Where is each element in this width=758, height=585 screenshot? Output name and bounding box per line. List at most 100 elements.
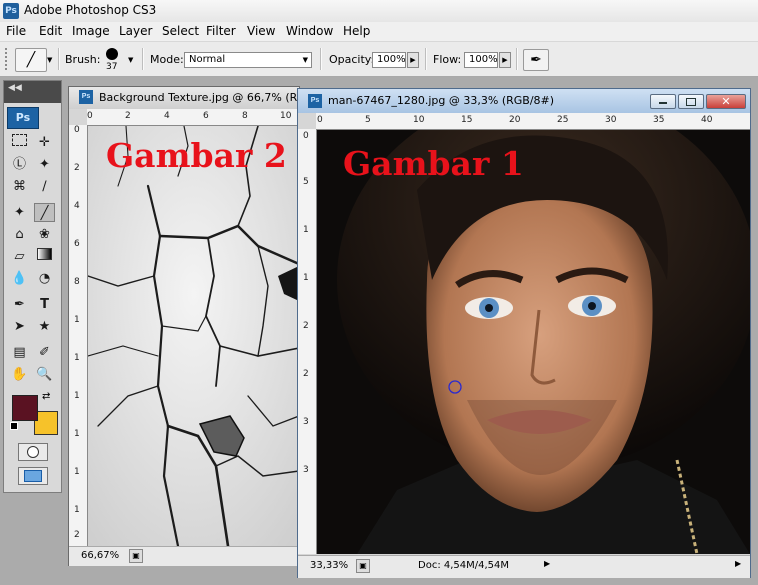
move-tool-icon[interactable]: ✛ [34,133,55,152]
opacity-slider-arrow-icon[interactable]: ▶ [407,52,419,68]
type-tool-icon[interactable]: T [34,295,55,314]
hand-tool-icon[interactable]: ✋ [9,365,30,384]
portrait-canvas[interactable]: Gambar 1 [317,130,750,554]
close-button[interactable]: ✕ [706,94,746,109]
ruler-tick: 25 [557,115,569,125]
ruler-tick: 1 [74,315,80,325]
maximize-button[interactable] [678,94,704,109]
ruler-tick: 8 [74,277,80,287]
ps-document-icon: Ps [308,94,322,108]
ruler-tick: 15 [461,115,473,125]
clone-stamp-tool-icon[interactable]: ⌂ [9,225,30,244]
maximize-icon [686,98,696,106]
menu-layer[interactable]: Layer [119,24,152,38]
ruler-tick: 0 [303,131,309,141]
mode-label: Mode: [150,53,184,66]
ruler-tick: 3 [303,417,309,427]
lasso-tool-icon[interactable]: Ⓛ [9,155,30,174]
ruler-tick: 1 [74,353,80,363]
ruler-tick: 1 [74,467,80,477]
ps-logo[interactable]: Ps [7,107,39,129]
ruler-tick: 1 [74,429,80,439]
eraser-tool-icon[interactable]: ▱ [9,247,30,266]
flow-slider-arrow-icon[interactable]: ▶ [499,52,511,68]
marquee-tool-icon[interactable] [9,133,30,152]
options-separator [142,48,144,70]
doc-window-man[interactable]: Ps man-67467_1280.jpg @ 33,3% (RGB/8#) ✕… [297,88,751,578]
toolbox-header[interactable]: ◀◀ [4,81,61,103]
history-brush-tool-icon[interactable]: ❀ [34,225,55,244]
zoom-tool-icon[interactable]: 🔍 [34,365,55,384]
menu-edit[interactable]: Edit [39,24,62,38]
ruler-tick: 2 [303,321,309,331]
menu-bar: File Edit Image Layer Select Filter View… [0,22,758,42]
path-selection-tool-icon[interactable]: ➤ [9,317,30,336]
mode-value: Normal [189,54,226,65]
brush-size: 37 [106,62,118,72]
minimize-icon [659,102,667,104]
shape-tool-icon[interactable]: ★ [34,317,55,336]
notes-tool-icon[interactable]: ▤ [9,343,30,362]
swap-colors-icon[interactable]: ⇄ [42,391,50,402]
magic-wand-tool-icon[interactable]: ✦ [34,155,55,174]
menu-image[interactable]: Image [72,24,110,38]
default-colors-icon[interactable] [10,422,18,430]
slice-tool-icon[interactable]: ∕ [34,177,55,196]
status-menu-icon[interactable]: ▣ [356,559,370,573]
blur-tool-icon[interactable]: 💧 [9,269,30,288]
tool-preset-brush-icon[interactable]: ╱ [15,48,47,72]
toolbox-panel: ◀◀ Ps ✛ Ⓛ ✦ ⌘ ∕ ✦ ╱ ⌂ ❀ ▱ 💧 ◔ ✒ T ➤ ★ ▤ … [3,80,62,493]
brush-tool-icon[interactable]: ╱ [34,203,55,222]
foreground-color-swatch[interactable] [12,395,38,421]
collapse-icon[interactable]: ◀◀ [8,83,22,93]
pen-tool-icon[interactable]: ✒ [9,295,30,314]
doc-titlebar[interactable]: Ps Background Texture.jpg @ 66,7% (RG [69,87,306,109]
doc-titlebar[interactable]: Ps man-67467_1280.jpg @ 33,3% (RGB/8#) ✕ [298,89,750,113]
menu-window[interactable]: Window [286,24,333,38]
doc-status-bar: 33,33% ▣ Doc: 4,54M/4,54M ▶ ▶ [298,555,750,578]
mode-dropdown-icon: ▼ [302,56,308,64]
quick-mask-icon[interactable] [18,443,48,461]
flow-input[interactable]: 100% [464,52,498,68]
mode-select[interactable]: Normal ▼ [184,52,312,68]
dodge-tool-icon[interactable]: ◔ [34,269,55,288]
eyedropper-tool-icon[interactable]: ✐ [34,343,55,362]
status-arrow-icon[interactable]: ▶ [544,559,550,568]
zoom-level[interactable]: 66,67% [81,550,119,561]
gradient-tool-icon[interactable] [34,247,55,266]
crack-pattern-image [88,126,299,546]
cracked-texture-canvas[interactable]: Gambar 2 [88,126,299,546]
menu-select[interactable]: Select [162,24,199,38]
menu-file[interactable]: File [6,24,26,38]
ruler-tick: 20 [509,115,521,125]
ruler-tick: 4 [164,111,170,121]
ruler-tick: 10 [280,111,292,121]
brush-tip-icon[interactable] [106,48,118,60]
opacity-label: Opacity: [329,53,375,66]
doc-title: Background Texture.jpg @ 66,7% (RG [99,91,306,104]
screen-mode-icon[interactable] [18,467,48,485]
healing-brush-tool-icon[interactable]: ✦ [9,203,30,222]
ruler-tick: 5 [303,177,309,187]
ruler-tick: 40 [701,115,713,125]
zoom-level[interactable]: 33,33% [310,560,348,571]
brush-picker-dropdown-icon[interactable]: ▼ [128,56,133,64]
ruler-tick: 1 [74,391,80,401]
scroll-right-icon[interactable]: ▶ [735,559,741,568]
status-menu-icon[interactable]: ▣ [129,549,143,563]
minimize-button[interactable] [650,94,676,109]
airbrush-icon[interactable]: ✒ [523,49,549,71]
crop-tool-icon[interactable]: ⌘ [9,177,30,196]
ruler-tick: 6 [203,111,209,121]
doc-size-info: Doc: 4,54M/4,54M [418,560,510,571]
ruler-tick: 4 [74,201,80,211]
title-bar: Ps Adobe Photoshop CS3 [0,0,758,23]
options-grip[interactable] [5,48,13,70]
menu-view[interactable]: View [247,24,275,38]
doc-window-background-texture[interactable]: Ps Background Texture.jpg @ 66,7% (RG 0 … [68,86,306,566]
brush-label: Brush: [65,53,101,66]
menu-filter[interactable]: Filter [206,24,236,38]
opacity-input[interactable]: 100% [372,52,406,68]
menu-help[interactable]: Help [343,24,370,38]
tool-preset-dropdown-icon[interactable]: ▼ [47,56,52,64]
